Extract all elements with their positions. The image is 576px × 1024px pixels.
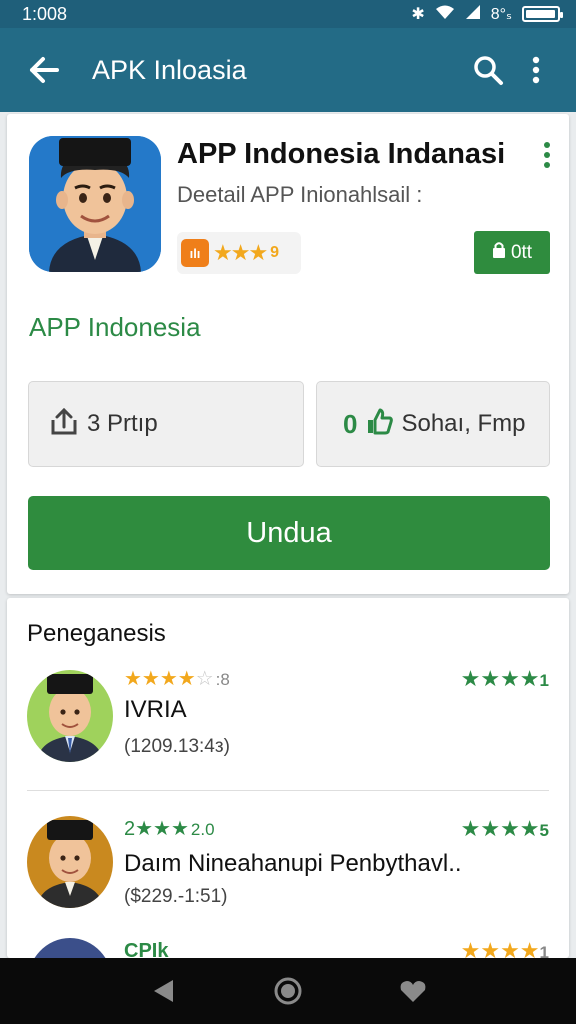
- bluetooth-icon: ✱: [411, 6, 425, 23]
- reviewer-name: IVRIA: [124, 696, 187, 723]
- reviews-title: Peneganesis: [27, 620, 166, 647]
- reviewer-name: CPIk: [124, 940, 169, 958]
- status-bar: 1:008 ✱ 8°ₛ: [0, 0, 576, 28]
- app-more-icon[interactable]: [535, 138, 559, 172]
- review-star-value: 2.0: [190, 820, 215, 839]
- app-subtitle: Deetail APP Inionahlsail :: [177, 182, 423, 207]
- reviewer-name: Daım Nineahanupi Penbythavl..: [124, 850, 462, 877]
- search-icon[interactable]: [464, 46, 512, 94]
- app-icon[interactable]: [29, 136, 161, 272]
- like-button[interactable]: 0 Sohaı, Fmp: [316, 381, 550, 467]
- developer-name[interactable]: APP Indonesia: [29, 312, 201, 343]
- system-nav-bar: [0, 958, 576, 1024]
- battery-level: [526, 10, 555, 18]
- avatar: [27, 816, 113, 908]
- back-arrow-icon[interactable]: [24, 50, 64, 90]
- review-rating-right-stars: ★★★★: [460, 666, 540, 691]
- review-rating-right-value: 1: [539, 943, 549, 958]
- nav-home-icon[interactable]: [260, 963, 316, 1019]
- rating-chip-stars: ★★★: [213, 240, 268, 265]
- install-button[interactable]: Undua: [28, 496, 550, 570]
- review-rating-right-stars: ★★★★: [460, 938, 540, 958]
- lock-icon: [492, 241, 506, 265]
- share-button[interactable]: 3 Prtıp: [28, 381, 304, 467]
- signal-icon: [465, 4, 481, 25]
- status-misc: 8°ₛ: [490, 6, 512, 23]
- install-chip[interactable]: 0tt: [474, 231, 550, 274]
- app-bar: APK Inloasia: [0, 28, 576, 112]
- review-stars: ★★★★☆:8: [124, 666, 230, 691]
- wifi-icon: [435, 4, 455, 25]
- review-date: ($229.-1:51): [124, 886, 228, 907]
- review-item[interactable]: ★★★★☆:8 ★★★★1 IVRIA (1209.13:4з): [7, 666, 569, 791]
- app-name: APP Indonesia Indanasi: [177, 138, 506, 170]
- battery-icon: [522, 6, 563, 22]
- nav-back-icon[interactable]: [135, 963, 191, 1019]
- review-rating-right: ★★★★1: [461, 666, 549, 692]
- review-date: (1209.13:4з): [124, 736, 230, 757]
- install-chip-label: 0tt: [510, 241, 533, 263]
- upload-icon: [49, 406, 79, 443]
- share-button-label: 3 Prtıp: [87, 410, 158, 437]
- thumbs-up-icon: [365, 407, 394, 442]
- review-rating-right-stars: ★★★★: [460, 816, 540, 841]
- rating-chip-badge-icon: ılı: [181, 239, 209, 267]
- reviews-card: Peneganesis ★★★★☆:8 ★★★★1 IVRIA (1209.13…: [7, 598, 569, 958]
- review-rating-right: ★★★★5: [461, 816, 549, 842]
- avatar: [27, 938, 113, 958]
- review-stars-filled: 2★★★: [124, 818, 189, 840]
- app-bar-title: APK Inloasia: [92, 54, 247, 85]
- review-stars-empty: ☆: [195, 668, 214, 690]
- rating-chip-value: 9: [270, 244, 280, 261]
- nav-recents-icon[interactable]: [385, 963, 441, 1019]
- review-stars: 2★★★ 2.0: [124, 816, 215, 841]
- app-detail-card: APP Indonesia Indanasi Deetail APP Inion…: [7, 114, 569, 594]
- review-rating-right-value: 5: [539, 821, 549, 840]
- avatar: [27, 670, 113, 762]
- like-count: 0: [343, 408, 358, 439]
- like-button-label: Sohaı, Fmp: [401, 410, 526, 437]
- review-rating-right-value: 1: [539, 671, 549, 690]
- status-time: 1:008: [22, 3, 68, 24]
- review-star-value: :8: [215, 670, 230, 689]
- review-item[interactable]: 2★★★ 2.0 ★★★★5 Daım Nineahanupi Penbythav…: [7, 816, 569, 936]
- more-vert-icon[interactable]: [512, 46, 560, 94]
- rating-chip: ılı ★★★ 9: [177, 232, 301, 274]
- status-icons: ✱ 8°ₛ: [411, 4, 563, 25]
- review-item[interactable]: CPIk ★★★★1: [7, 938, 569, 958]
- review-stars-filled: ★★★★: [124, 668, 196, 690]
- divider: [27, 790, 549, 791]
- review-rating-right: ★★★★1: [461, 938, 549, 958]
